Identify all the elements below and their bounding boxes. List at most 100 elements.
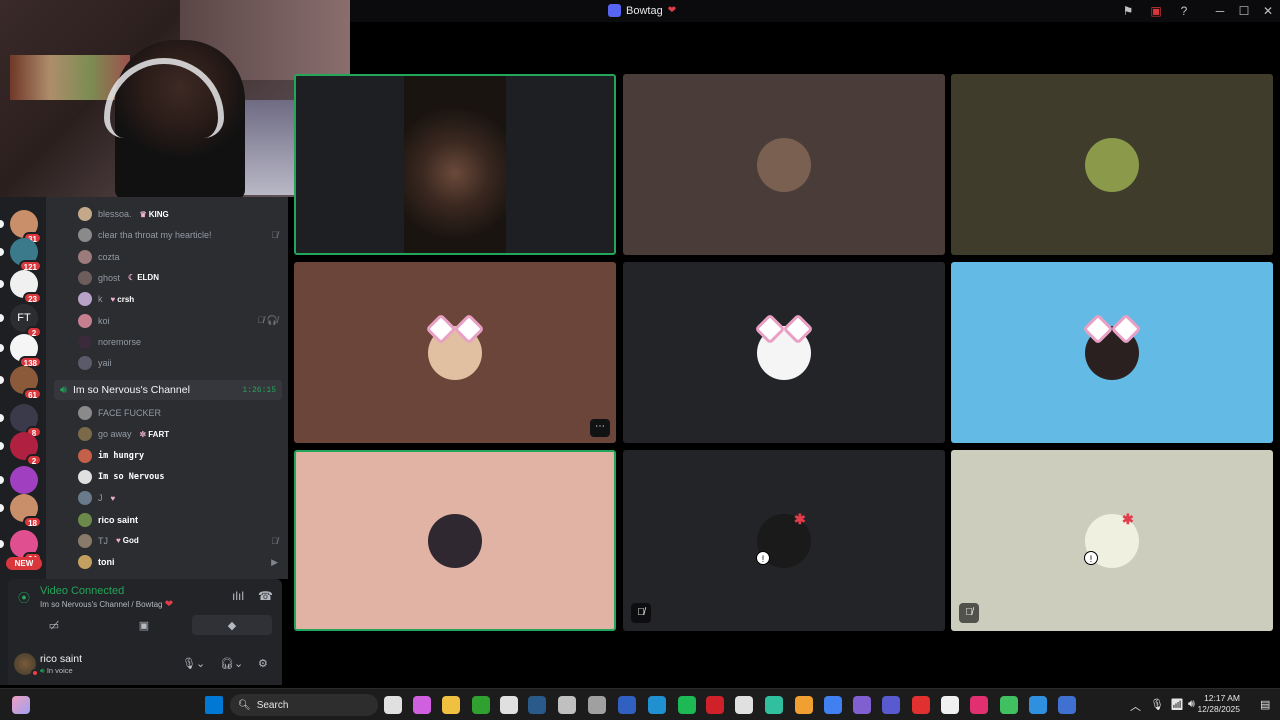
server-icon-1[interactable]: 31 [10,210,42,244]
edge-icon[interactable] [648,696,666,714]
voice-member[interactable]: J ♥ [78,488,278,508]
wifi-icon[interactable]: 📶︎ [1170,698,1184,711]
steam-icon[interactable] [528,696,546,714]
camera-button[interactable]: ▭̸ [14,615,94,635]
server-icon-6[interactable]: 61 [10,366,42,400]
video-tile-9[interactable]: ✱! 🎙̸ [951,450,1273,631]
voice-member[interactable]: blessoa. ♛ KING [78,204,278,224]
voice-member[interactable]: k ♥ crsh [78,289,278,309]
settings-icon[interactable] [588,696,606,714]
discord-icon[interactable] [795,696,813,714]
vscode-icon[interactable] [882,696,900,714]
server-avatar [10,466,38,494]
server-icon-10[interactable]: 18 [10,494,42,528]
unread-pill [0,540,4,548]
chrome-icon[interactable] [824,696,842,714]
screen-share-icon[interactable]: ▣ [1142,4,1170,18]
settings-gear-icon[interactable]: ⚙ [258,657,268,670]
close-button[interactable]: ✕ [1256,4,1280,18]
chevron-up-icon[interactable]: ︿ [1130,698,1141,714]
user-avatar [428,513,482,568]
server-icon-2[interactable]: 121 [10,238,42,272]
voice-member[interactable]: TJ ♥ God 🎙̸ [78,531,278,551]
app8-icon[interactable] [1058,696,1076,714]
edge-dev-icon[interactable] [618,696,636,714]
headset-button[interactable]: 🎧︎⌄ [220,657,243,670]
voice-member[interactable]: koi 🎙̸ 🎧̸ [78,311,278,331]
start-button[interactable] [205,696,223,714]
epic-icon[interactable] [500,696,518,714]
server-icon-4[interactable]: FT 2 [10,304,42,338]
app7-icon[interactable] [1029,696,1047,714]
camera-off-icon: ▭̸ [48,619,60,632]
minimize-button[interactable]: ─ [1208,4,1232,18]
member-name: k [98,294,103,305]
volume-icon[interactable]: 🔊︎ [1188,698,1195,711]
xbox-icon[interactable] [472,696,490,714]
voice-member[interactable]: clear tha throat my hearticle! 🎙̸ [78,225,278,245]
voice-member[interactable]: FACE FUCKER [78,403,278,423]
voice-member[interactable]: Im so Nervous [78,467,278,487]
app6-icon[interactable] [1000,696,1018,714]
server-icon-7[interactable]: 8 [10,404,42,438]
search-box[interactable]: 🔍︎ Search [230,694,378,716]
user-avatar [757,325,811,380]
app3-icon[interactable] [853,696,871,714]
copilot-icon[interactable] [413,696,431,714]
voice-member[interactable]: toni ▶ [78,552,278,572]
server-icon-8[interactable]: 2 [10,432,42,466]
tiktok-icon[interactable] [970,696,988,714]
share-screen-button[interactable]: ▣ [104,615,184,635]
voice-connection-panel: ⦿ Video Connected Im so Nervous's Channe… [8,579,282,641]
help-icon[interactable]: ? [1170,4,1198,18]
server-icon-9[interactable] [10,466,38,494]
disconnect-icon[interactable]: ☎︎ [258,589,273,603]
voice-location[interactable]: Im so Nervous's Channel / Bowtag ❤ [40,599,173,610]
member-tag-text: crsh [117,294,135,304]
voice-member[interactable]: im hungry [78,446,278,466]
app-icon[interactable] [558,696,576,714]
app4-icon[interactable] [912,696,930,714]
voice-member[interactable]: noremorse [78,332,278,352]
app2-icon[interactable] [765,696,783,714]
mic-button[interactable]: 🎙︎⌄ [182,657,205,670]
widgets-icon[interactable] [12,696,30,714]
more-options-button[interactable]: ⋯ [590,419,610,437]
capcut-icon[interactable] [735,696,753,714]
task-view-icon[interactable] [384,696,402,714]
voice-member[interactable]: rico saint [78,510,278,530]
avatar [78,334,92,349]
video-tile-5[interactable] [623,262,945,443]
voice-member[interactable]: ghost ☾ ELDN [78,268,278,288]
member-name: J [98,493,103,504]
server-icon-3[interactable]: 23 [10,270,42,304]
mic-muted-icon: 🎙̸ [271,230,278,241]
voice-member[interactable]: go away ✲ FART [78,424,278,444]
member-name: TJ [98,535,108,546]
file-explorer-icon[interactable] [442,696,460,714]
spotify-icon[interactable] [678,696,696,714]
voice-channel-im-so-nervous[interactable]: 🔊︎ Im so Nervous's Channel 1:26:15 [54,380,282,400]
video-tile-6[interactable] [951,262,1273,443]
clock[interactable]: 12:17 AM 12/28/2025 [1197,693,1240,715]
app5-icon[interactable] [941,696,959,714]
video-tile-8[interactable]: ✱! 🎙̸ [623,450,945,631]
mic-icon[interactable]: 🎙︎ [1150,698,1164,711]
video-tile-7[interactable] [294,450,616,631]
opera-icon[interactable] [706,696,724,714]
signal-icon[interactable]: ⦿ [18,589,32,605]
video-tile-4[interactable]: ⋯ [294,262,616,443]
video-tile-2[interactable] [623,74,945,255]
maximize-button[interactable]: ☐ [1232,4,1256,18]
noise-suppression-icon[interactable]: ılıl [232,589,244,603]
voice-member[interactable]: cozta [78,247,278,267]
avatar [78,406,92,420]
video-tile-3[interactable] [951,74,1273,255]
server-icon-5[interactable]: 138 [10,334,42,368]
server-icon-11[interactable]: 24 [10,530,42,564]
voice-member[interactable]: yaii [78,353,278,373]
activities-button[interactable]: ◆ [192,615,272,635]
inbox-icon[interactable]: ⚑ [1114,4,1142,18]
video-tile-1[interactable] [294,74,616,255]
notification-icon[interactable]: ▤ [1260,698,1270,711]
